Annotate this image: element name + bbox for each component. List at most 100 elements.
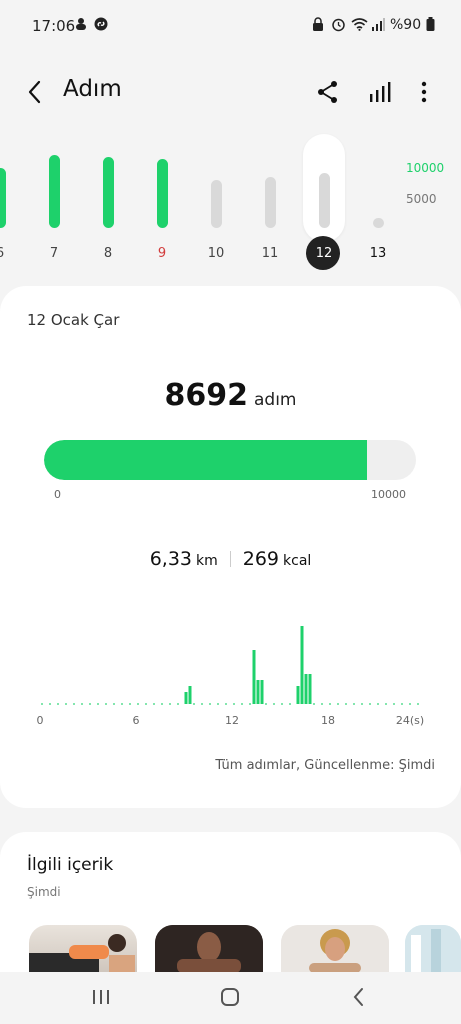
hourly-empty-dot — [401, 703, 403, 705]
day-label-9[interactable]: 9 — [142, 246, 182, 261]
hourly-empty-dot — [249, 703, 251, 705]
day-bar-12[interactable] — [319, 172, 330, 228]
more-options-button[interactable] — [412, 78, 436, 106]
hourly-bar — [296, 686, 300, 704]
hourly-empty-dot — [337, 703, 339, 705]
workout-thumbnail-image — [281, 925, 389, 973]
day-bar-9[interactable] — [157, 158, 168, 228]
hourly-empty-dot — [233, 703, 235, 705]
step-count: 8692 adım — [0, 378, 461, 413]
hourly-empty-dot — [329, 703, 331, 705]
hourly-empty-dot — [105, 703, 107, 705]
day-label-8[interactable]: 8 — [88, 246, 128, 261]
hourly-tick-label: 18 — [321, 714, 335, 727]
selected-date: 12 Ocak Çar — [27, 311, 120, 329]
daily-steps-strip: 6789 10 11 12 13 10000 5000 — [0, 130, 461, 275]
hourly-empty-dot — [241, 703, 243, 705]
day-summary-card: 12 Ocak Çar 8692 adım 0 10000 6,33 km 269 kc… — [0, 286, 461, 808]
day-label-10[interactable]: 10 — [196, 246, 236, 261]
step-count-unit: adım — [254, 390, 297, 410]
bar-chart-icon — [370, 82, 391, 102]
stats-divider — [229, 551, 231, 567]
hourly-empty-dot — [217, 703, 219, 705]
page-title: Adım — [63, 76, 122, 102]
battery-icon — [426, 17, 435, 31]
day-bar-11[interactable] — [265, 177, 276, 228]
related-item-muscle[interactable] — [155, 925, 263, 973]
back-button[interactable] — [22, 74, 50, 110]
day-bar-7[interactable] — [49, 155, 60, 228]
hourly-bar — [260, 680, 264, 704]
hourly-empty-dot — [369, 703, 371, 705]
calories-unit: kcal — [283, 553, 312, 569]
day-bar-10[interactable] — [211, 179, 222, 228]
hourly-tick-label: 12 — [225, 714, 239, 727]
hourly-steps-chart: 0 6 12 18 24(s) — [37, 626, 424, 727]
distance-value: 6,33 — [149, 548, 192, 570]
hourly-empty-dot — [225, 703, 227, 705]
day-label-7[interactable]: 7 — [34, 246, 74, 261]
hourly-empty-dot — [385, 703, 387, 705]
more-vertical-icon — [421, 81, 427, 103]
related-item-partial[interactable] — [405, 925, 461, 973]
hourly-empty-dot — [409, 703, 411, 705]
hourly-empty-dot — [313, 703, 315, 705]
hourly-empty-dot — [41, 703, 43, 705]
day-label-12[interactable]: 12 — [304, 246, 344, 261]
related-subheading: Şimdi — [27, 885, 61, 899]
day-bar-8[interactable] — [103, 157, 114, 228]
hourly-empty-dot — [345, 703, 347, 705]
hourly-empty-dot — [153, 703, 155, 705]
day-bar-6[interactable] — [0, 168, 6, 228]
hourly-empty-dot — [209, 703, 211, 705]
notification-icon — [74, 17, 88, 35]
step-count-value: 8692 — [164, 378, 249, 413]
hourly-empty-dot — [49, 703, 51, 705]
back-arrow-icon — [28, 80, 41, 104]
app-bar: Adım — [0, 60, 461, 124]
battery-text: %90 — [390, 17, 422, 33]
workout-thumbnail-image — [29, 934, 135, 973]
hourly-empty-dot — [81, 703, 83, 705]
update-status: Tüm adımlar, Güncellenme: Şimdi — [215, 758, 435, 773]
hourly-empty-dot — [121, 703, 123, 705]
hourly-tick-label: 24(s) — [396, 714, 424, 727]
nav-back-button[interactable] — [344, 984, 374, 1010]
recent-apps-button[interactable] — [86, 984, 116, 1010]
hourly-empty-dot — [89, 703, 91, 705]
trends-button[interactable] — [366, 78, 394, 106]
hourly-empty-dot — [169, 703, 171, 705]
hourly-bar — [300, 626, 304, 704]
hourly-empty-dot — [65, 703, 67, 705]
hourly-bar — [252, 650, 256, 704]
progress-max-label: 10000 — [371, 488, 406, 501]
home-icon — [221, 988, 239, 1006]
hourly-empty-dot — [265, 703, 267, 705]
share-icon — [318, 81, 337, 103]
day-label-11[interactable]: 11 — [250, 246, 290, 261]
day-label-13[interactable]: 13 — [358, 246, 398, 261]
hourly-bar — [256, 680, 260, 704]
day-label-6[interactable]: 6 — [0, 246, 20, 261]
day-bar-13[interactable] — [373, 218, 384, 228]
lock-icon — [312, 17, 324, 35]
goal-line-label: 10000 — [406, 161, 445, 175]
hourly-tick-label: 6 — [133, 714, 140, 727]
hourly-empty-dot — [281, 703, 283, 705]
hourly-empty-dot — [377, 703, 379, 705]
system-navigation-bar — [0, 972, 461, 1024]
shazam-icon — [94, 17, 108, 35]
share-button[interactable] — [314, 78, 342, 106]
calories-value: 269 — [242, 548, 280, 570]
hourly-empty-dot — [417, 703, 419, 705]
progress-min-label: 0 — [54, 488, 61, 501]
hourly-empty-dot — [273, 703, 275, 705]
related-item-portrait[interactable] — [281, 925, 389, 973]
home-button[interactable] — [215, 984, 245, 1010]
hourly-empty-dot — [137, 703, 139, 705]
hourly-empty-dot — [73, 703, 75, 705]
hourly-empty-dot — [289, 703, 291, 705]
hourly-empty-dot — [97, 703, 99, 705]
hourly-bar — [184, 692, 188, 704]
related-item-plank[interactable] — [29, 925, 137, 973]
